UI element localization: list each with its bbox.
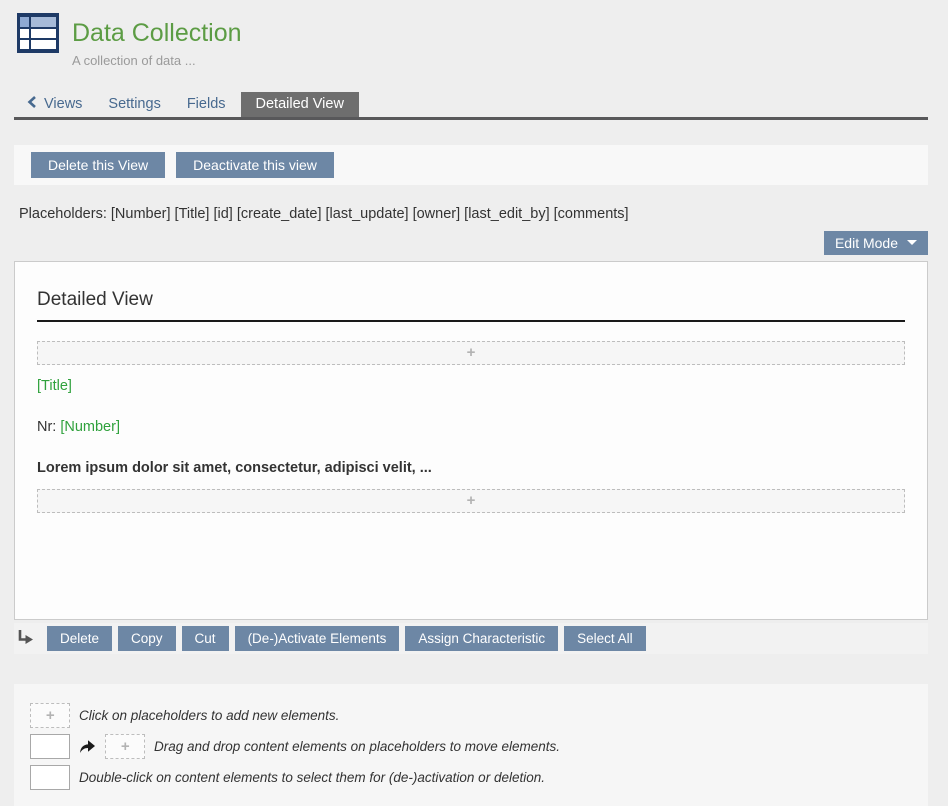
chevron-down-icon — [907, 240, 917, 245]
plus-icon: + — [121, 739, 130, 754]
chevron-left-icon — [27, 96, 36, 112]
placeholder-box-icon: + — [30, 703, 70, 728]
title-placeholder-element[interactable]: [Title] — [37, 378, 905, 394]
element-toolbar: Delete Copy Cut (De-)Activate Elements A… — [14, 623, 928, 654]
plus-icon: + — [46, 708, 55, 723]
edit-mode-row: Edit Mode — [14, 231, 928, 255]
edit-mode-dropdown[interactable]: Edit Mode — [824, 231, 928, 255]
table-icon — [17, 13, 59, 68]
view-action-bar: Delete this View Deactivate this view — [14, 145, 928, 185]
placeholder-dropzone-top[interactable]: + — [37, 341, 905, 365]
placeholder-dropzone-bottom[interactable]: + — [37, 489, 905, 513]
page-header: Data Collection A collection of data ... — [14, 0, 928, 68]
de-activate-elements-button[interactable]: (De-)Activate Elements — [235, 626, 400, 651]
number-element[interactable]: Nr:[Number] — [37, 419, 905, 435]
legend-row-move: + Drag and drop content elements on plac… — [30, 734, 912, 759]
tab-settings[interactable]: Settings — [95, 92, 173, 117]
editor-panel: Detailed View + [Title] Nr:[Number] Lore… — [14, 261, 928, 620]
tab-bar: Views Settings Fields Detailed View — [14, 92, 928, 120]
tab-views[interactable]: Views — [14, 92, 95, 117]
copy-button[interactable]: Copy — [118, 626, 176, 651]
content-element-box-icon — [30, 734, 70, 759]
delete-button[interactable]: Delete — [47, 626, 112, 651]
assign-characteristic-button[interactable]: Assign Characteristic — [405, 626, 558, 651]
page-title: Data Collection — [72, 20, 242, 48]
legend-text-add: Click on placeholders to add new element… — [79, 708, 339, 723]
plus-icon: + — [467, 345, 476, 360]
number-placeholder: [Number] — [60, 419, 120, 435]
page-subtitle: A collection of data ... — [72, 53, 242, 68]
placeholders-info: Placeholders: [Number] [Title] [id] [cre… — [19, 206, 928, 222]
legend-text-move: Drag and drop content elements on placeh… — [154, 739, 560, 754]
select-all-button[interactable]: Select All — [564, 626, 646, 651]
plus-icon: + — [467, 493, 476, 508]
legend-row-select: Double-click on content elements to sele… — [30, 765, 912, 790]
legend-panel: + Click on placeholders to add new eleme… — [14, 684, 928, 806]
delete-view-button[interactable]: Delete this View — [31, 152, 165, 178]
legend-row-add: + Click on placeholders to add new eleme… — [30, 703, 912, 728]
content-element-box-icon — [30, 765, 70, 790]
cut-button[interactable]: Cut — [182, 626, 229, 651]
insert-arrow-icon — [16, 629, 34, 647]
tab-detailed-view[interactable]: Detailed View — [241, 92, 359, 117]
edit-mode-label: Edit Mode — [835, 235, 898, 251]
deactivate-view-button[interactable]: Deactivate this view — [176, 152, 334, 178]
tab-fields[interactable]: Fields — [174, 92, 239, 117]
page: Data Collection A collection of data ...… — [14, 0, 928, 806]
move-arrow-icon — [79, 739, 96, 754]
body-text-element[interactable]: Lorem ipsum dolor sit amet, consectetur,… — [37, 460, 905, 476]
placeholder-box-icon: + — [105, 734, 145, 759]
tab-views-label: Views — [44, 96, 82, 112]
nr-label: Nr: — [37, 419, 56, 435]
legend-text-select: Double-click on content elements to sele… — [79, 770, 545, 785]
view-heading: Detailed View — [37, 289, 905, 322]
